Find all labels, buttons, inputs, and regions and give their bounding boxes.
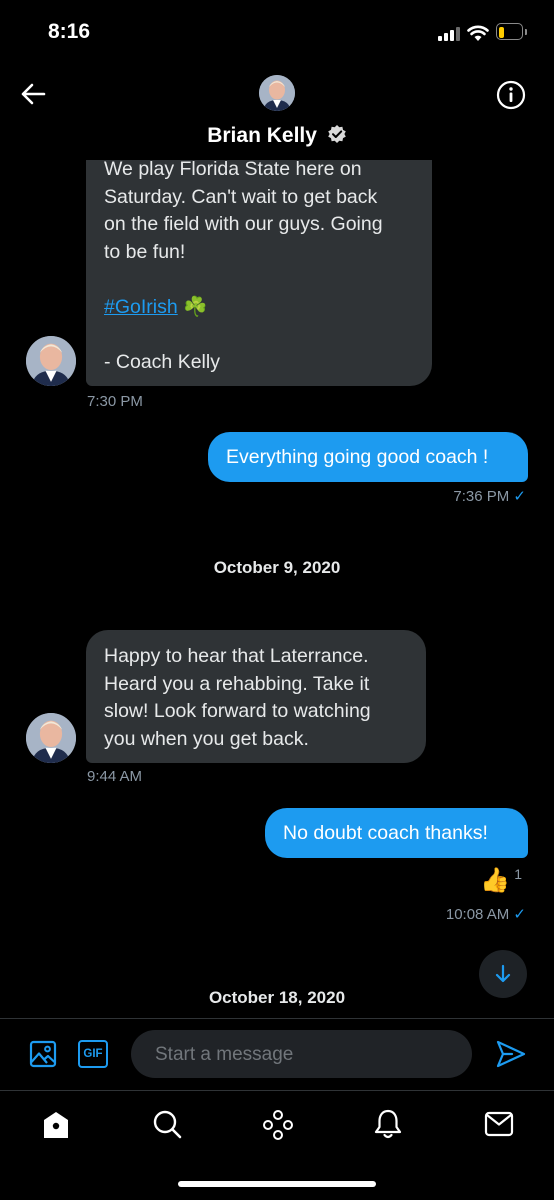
message-signature: - Coach Kelly xyxy=(104,350,220,373)
message-line: We play Florida State here on xyxy=(104,160,362,180)
message-line: Happy to hear that Laterrance. xyxy=(104,645,369,667)
outgoing-message-bubble[interactable]: Everything going good coach ! xyxy=(208,432,528,482)
message-line: Saturday. Can't wait to get back xyxy=(104,185,378,208)
message-status: 10:08 AM ✓ xyxy=(446,905,526,923)
hashtag-line: #GoIrish ☘️ xyxy=(104,294,414,322)
header-avatar[interactable] xyxy=(259,75,295,111)
message-input-container[interactable] xyxy=(131,1030,472,1080)
date-separator: October 9, 2020 xyxy=(213,558,341,577)
gif-label: GIF xyxy=(83,1048,103,1060)
verified-badge-icon xyxy=(327,125,346,143)
message-text: Everything going good coach ! xyxy=(226,446,489,468)
composer-divider xyxy=(0,1018,554,1019)
sent-check-icon: ✓ xyxy=(513,906,526,923)
message-timestamp: 7:30 PM xyxy=(87,393,143,410)
message-list[interactable]: We play Florida State here on Saturday. … xyxy=(0,160,554,1018)
message-status: 7:36 PM ✓ xyxy=(453,487,526,505)
wifi-icon xyxy=(467,25,489,41)
send-icon[interactable] xyxy=(496,1040,526,1068)
reaction-badge[interactable]: 👍 1 xyxy=(480,866,522,895)
contact-name: Brian Kelly xyxy=(207,124,317,147)
info-icon[interactable] xyxy=(496,80,526,110)
search-icon[interactable] xyxy=(152,1109,182,1139)
message-input[interactable] xyxy=(153,1030,457,1080)
status-time: 8:16 xyxy=(48,20,91,43)
message-timestamp: 7:36 PM xyxy=(453,488,510,505)
battery-icon xyxy=(496,23,527,40)
shamrock-emoji: ☘️ xyxy=(183,295,208,318)
message-line: on the field with our guys. Going xyxy=(104,213,383,235)
contact-name-row[interactable]: Brian Kelly xyxy=(0,124,554,148)
outgoing-message-bubble[interactable]: No doubt coach thanks! xyxy=(265,808,528,858)
sent-check-icon: ✓ xyxy=(513,488,526,505)
bottom-nav xyxy=(0,1091,554,1161)
message-text: No doubt coach thanks! xyxy=(283,822,488,844)
sender-avatar[interactable] xyxy=(26,336,76,386)
reaction-count: 1 xyxy=(514,866,522,882)
message-line: slow! Look forward to watching xyxy=(104,700,371,722)
incoming-message-bubble[interactable]: Happy to hear that Laterrance. Heard you… xyxy=(86,630,426,763)
message-line: Heard you a rehabbing. Take it xyxy=(104,672,370,695)
messages-icon[interactable] xyxy=(484,1111,514,1137)
arrow-left-icon[interactable] xyxy=(20,82,46,106)
gif-button[interactable]: GIF xyxy=(78,1040,108,1068)
incoming-message-bubble[interactable]: We play Florida State here on Saturday. … xyxy=(86,160,432,386)
message-timestamp: 10:08 AM xyxy=(445,906,510,923)
hashtag-link[interactable]: #GoIrish xyxy=(104,296,178,318)
sender-avatar[interactable] xyxy=(26,713,76,763)
image-icon[interactable] xyxy=(29,1040,57,1068)
status-bar: 8:16 xyxy=(0,0,554,60)
arrow-down-icon xyxy=(495,964,511,983)
notifications-icon[interactable] xyxy=(373,1108,403,1140)
cellular-signal-icon xyxy=(438,27,460,41)
message-timestamp: 9:44 AM xyxy=(87,768,143,785)
thumbs-up-emoji: 👍 xyxy=(480,867,511,894)
home-indicator xyxy=(178,1181,376,1187)
date-separator: October 18, 2020 xyxy=(208,988,346,1007)
message-line: you when you get back. xyxy=(104,727,309,750)
home-icon[interactable] xyxy=(41,1110,71,1140)
scroll-to-bottom-button[interactable] xyxy=(479,950,527,998)
spaces-icon[interactable] xyxy=(262,1109,294,1141)
message-line: to be fun! xyxy=(104,240,186,263)
